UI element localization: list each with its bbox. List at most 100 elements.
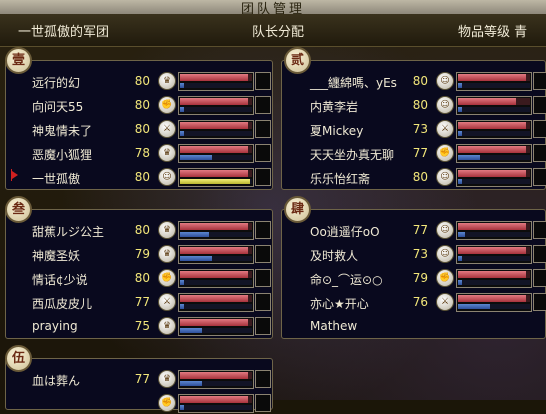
member-row[interactable]: 神魔圣妖 79 ♛ xyxy=(32,244,272,265)
member-select-checkbox[interactable] xyxy=(533,72,546,90)
mp-bar-track xyxy=(180,107,252,112)
member-level: 73 xyxy=(412,247,428,261)
status-bars xyxy=(178,72,254,91)
member-row[interactable]: Oo逍遥仔oO 77 ☺ xyxy=(310,220,546,241)
member-row[interactable]: 夏Mickey 73 ⚔ xyxy=(310,119,546,140)
member-select-checkbox[interactable] xyxy=(533,269,546,287)
member-select-checkbox[interactable] xyxy=(255,293,271,311)
member-row[interactable]: 及时救人 73 ☺ xyxy=(310,244,546,265)
member-level: 77 xyxy=(412,223,428,237)
hp-bar xyxy=(458,223,526,230)
member-row[interactable]: 命⊙_⌒运⊙○ 79 ✊ xyxy=(310,268,546,289)
group-badge-1: 壹 xyxy=(5,47,32,74)
blade-class-icon: ⚔ xyxy=(158,120,176,138)
member-row[interactable]: 远行的幻 80 ♛ xyxy=(32,71,272,92)
member-row[interactable]: 向问天55 80 ✊ xyxy=(32,95,272,116)
mp-bar-track xyxy=(458,280,530,285)
mp-bar-track xyxy=(458,232,530,237)
member-select-checkbox[interactable] xyxy=(533,293,546,311)
member-select-checkbox[interactable] xyxy=(255,120,271,138)
member-select-checkbox[interactable] xyxy=(255,245,271,263)
member-row[interactable]: Mathew xyxy=(310,316,546,337)
member-select-checkbox[interactable] xyxy=(533,221,546,239)
member-name: 西瓜皮皮儿 xyxy=(32,297,93,311)
member-row[interactable]: 西瓜皮皮儿 77 ⚔ xyxy=(32,292,272,313)
member-select-checkbox[interactable] xyxy=(255,394,271,412)
member-select-checkbox[interactable] xyxy=(255,144,271,162)
status-bars xyxy=(456,293,532,312)
status-bars xyxy=(178,245,254,264)
member-select-checkbox[interactable] xyxy=(255,370,271,388)
leader-flag-icon xyxy=(11,169,18,181)
mp-bar xyxy=(180,179,250,184)
member-name: 甜蕉ルジ公主 xyxy=(32,225,105,239)
member-select-checkbox[interactable] xyxy=(255,269,271,287)
member-level: 80 xyxy=(412,74,428,88)
member-name: 及时救人 xyxy=(310,249,359,263)
member-row[interactable]: 恶魔小狐狸 78 ♛ xyxy=(32,143,272,164)
face-class-icon: ☺ xyxy=(436,168,454,186)
member-row[interactable]: 情话¢少说 80 ✊ xyxy=(32,268,272,289)
member-row[interactable]: 一世孤傲 80 ☺ xyxy=(11,167,272,188)
mp-bar xyxy=(180,381,202,386)
team-header: 一世孤傲的军团 队长分配 物品等级 青 xyxy=(0,14,546,47)
hp-bar xyxy=(180,98,248,105)
hp-bar xyxy=(180,372,248,379)
member-select-checkbox[interactable] xyxy=(255,317,271,335)
member-row[interactable]: 甜蕉ルジ公主 80 ♛ xyxy=(32,220,272,241)
fist-class-icon: ✊ xyxy=(436,269,454,287)
leader-assign-label[interactable]: 队长分配 xyxy=(252,21,304,40)
member-select-checkbox[interactable] xyxy=(533,144,546,162)
member-select-checkbox[interactable] xyxy=(533,168,546,186)
member-select-checkbox[interactable] xyxy=(533,96,546,114)
member-level: 78 xyxy=(134,146,150,160)
member-select-checkbox[interactable] xyxy=(255,96,271,114)
fist-class-icon: ✊ xyxy=(158,394,176,412)
mp-bar-track xyxy=(458,107,530,112)
group-badge-2: 贰 xyxy=(284,47,311,74)
hp-bar xyxy=(458,247,526,254)
member-select-checkbox[interactable] xyxy=(533,120,546,138)
member-row[interactable]: praying 75 ♛ xyxy=(32,316,272,337)
member-name: 神鬼情未了 xyxy=(32,124,93,138)
member-row[interactable]: 内黄李岩 80 ☺ xyxy=(310,95,546,116)
member-row[interactable]: 亦心★开心 76 ⚔ xyxy=(310,292,546,313)
member-row[interactable]: 乐乐怡红斋 80 ☺ xyxy=(310,167,546,188)
mp-bar xyxy=(458,304,490,309)
member-row[interactable]: 血は葬ん 77 ♛ xyxy=(32,369,272,390)
hp-bar xyxy=(180,146,248,153)
member-select-checkbox[interactable] xyxy=(255,168,271,186)
status-bars xyxy=(178,120,254,139)
group-badge-5: 伍 xyxy=(5,345,32,372)
status-bars xyxy=(456,120,532,139)
status-bars xyxy=(178,293,254,312)
window-titlebar: 团队管理 xyxy=(0,0,546,17)
loot-level-label[interactable]: 物品等级 青 xyxy=(458,21,527,40)
member-level: 77 xyxy=(134,295,150,309)
hp-bar xyxy=(180,170,248,177)
member-level: 80 xyxy=(134,122,150,136)
hp-bar xyxy=(458,295,526,302)
member-row[interactable]: 天天坐办真无聊 77 ✊ xyxy=(310,143,546,164)
mp-bar xyxy=(180,256,212,261)
mp-bar-track xyxy=(180,405,252,410)
status-bars xyxy=(456,245,532,264)
status-bars xyxy=(178,317,254,336)
mp-bar xyxy=(180,328,202,333)
group-badge-4: 肆 xyxy=(284,196,311,223)
member-row[interactable]: ✊ xyxy=(32,393,272,414)
hp-bar xyxy=(180,247,248,254)
member-row[interactable]: 神鬼情未了 80 ⚔ xyxy=(32,119,272,140)
member-select-checkbox[interactable] xyxy=(255,221,271,239)
status-bars xyxy=(178,269,254,288)
member-name: 夏Mickey xyxy=(310,124,364,138)
mp-bar xyxy=(180,83,184,88)
member-select-checkbox[interactable] xyxy=(533,245,546,263)
member-select-checkbox[interactable] xyxy=(255,72,271,90)
blade-class-icon: ⚔ xyxy=(436,293,454,311)
member-row[interactable]: ___纏綿嗎、yEs 80 ☺ xyxy=(310,71,546,92)
fist-class-icon: ✊ xyxy=(436,144,454,162)
mp-bar xyxy=(458,280,462,285)
mp-bar xyxy=(458,83,462,88)
member-name: 血は葬ん xyxy=(32,374,81,388)
